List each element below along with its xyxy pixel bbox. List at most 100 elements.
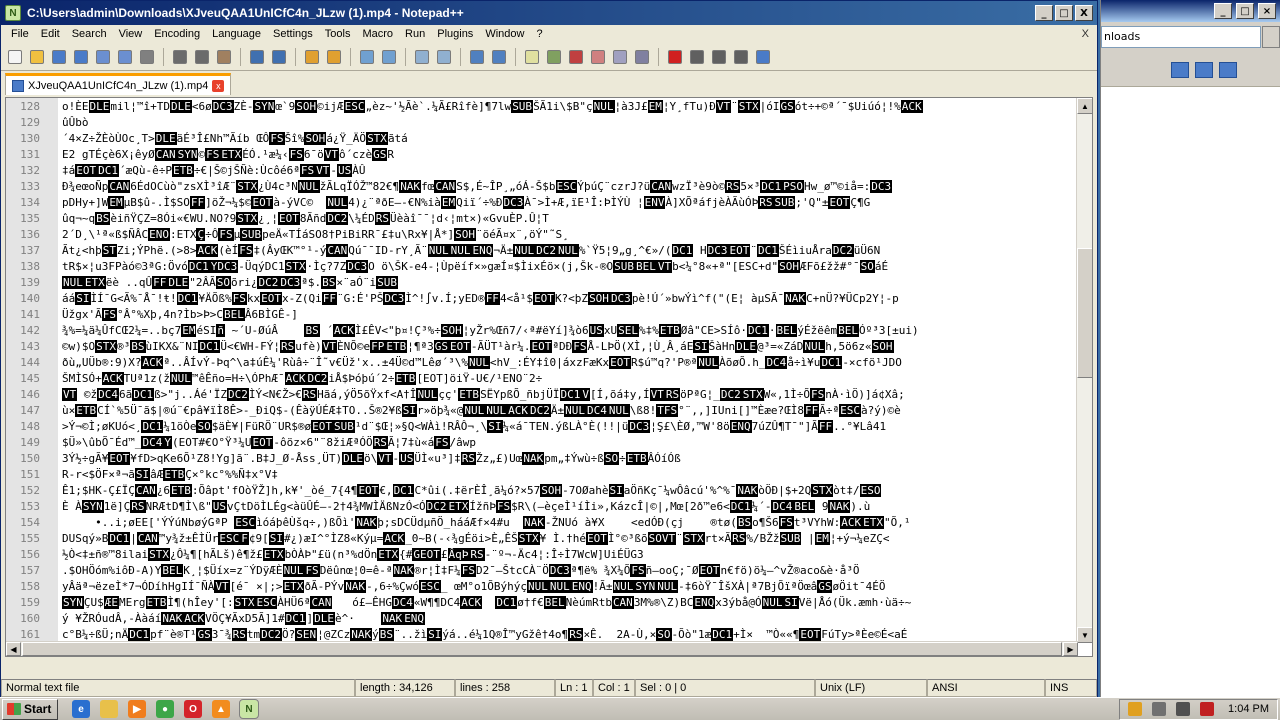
vertical-scroll-thumb[interactable]: [1077, 248, 1092, 378]
editor-line[interactable]: 129 ûÛbò: [6, 114, 1078, 130]
sync-vertical-icon[interactable]: [412, 47, 432, 67]
editor-line[interactable]: 149 $Ü»\ûbÕ¯Éd™_DC4 Y(EOT#€O°Ÿ³¼UEOT-ôöz×6…: [6, 434, 1078, 450]
security-tray-icon[interactable]: [1200, 702, 1215, 716]
warning-tray-icon[interactable]: [1128, 702, 1143, 716]
paste-icon[interactable]: [214, 47, 234, 67]
editor-line[interactable]: 130 ´4×Z÷ŽÈòÙOc¸T>DLEäÉ³Î£Nh™Ãíb ŒÔFSŠî%S…: [6, 130, 1078, 146]
notepadpp-taskbar-icon[interactable]: N: [239, 699, 259, 719]
editor-line[interactable]: 131 E2 gTÉçè6X¡êyØCAN SYN©FS ETXÉÓ.¹æ¼‹FS6¯…: [6, 146, 1078, 162]
editor-line[interactable]: 142 ¾%=¼ä¼ÛfCŒ2¼=..bç7EMéSIñ ~´U-ØúÂ BS ´…: [6, 322, 1078, 338]
undo-icon[interactable]: [247, 47, 267, 67]
play-macro-icon[interactable]: [709, 47, 729, 67]
editor-line[interactable]: 135 ûq¬~qBSèiñŸÇZ=8Ói«€WU.NO?9STX¿¸¦EOT8Ã…: [6, 210, 1078, 226]
network-tray-icon[interactable]: [1152, 702, 1167, 716]
internet-explorer-icon[interactable]: e: [72, 700, 90, 718]
address-bar[interactable]: nloads: [1101, 26, 1261, 48]
horizontal-scroll-thumb[interactable]: [22, 642, 1062, 656]
user-lang-icon[interactable]: [544, 47, 564, 67]
vlc-icon[interactable]: ▲: [212, 700, 230, 718]
stop-macro-icon[interactable]: [687, 47, 707, 67]
menu-window[interactable]: Window: [479, 28, 530, 40]
sync-horizontal-icon[interactable]: [434, 47, 454, 67]
editor-line[interactable]: 146 VT ©žDC46ãDC1ß>"j..Áé'ÏZDC2ÌÝ<N€Ž>€RS…: [6, 386, 1078, 402]
editor-line[interactable]: 132 ‡áEOT DC1´æQù-ê÷PETB÷€|Š©jŠÑè:Ùcôé6ªFS…: [6, 162, 1078, 178]
menu-search[interactable]: Search: [66, 28, 113, 40]
bg-maximize-button[interactable]: □: [1236, 3, 1254, 19]
copy-icon[interactable]: [192, 47, 212, 67]
scroll-down-arrow[interactable]: ▼: [1077, 627, 1092, 643]
minimize-button[interactable]: _: [1035, 5, 1053, 21]
show-all-chars-icon[interactable]: [489, 47, 509, 67]
editor-line[interactable]: 134 pDHy+]WEMµB$û-.Ì$SOFF]öŽ¬¼$©EOTà-ýVC©…: [6, 194, 1078, 210]
open-file-icon[interactable]: [27, 47, 47, 67]
tab-close-icon[interactable]: x: [212, 79, 225, 92]
editor-line[interactable]: 153 È ÀSYN1ë]ÇRSNRÆtD¶Ì\ß"USvÇtDöÌLÉg<àüÛ…: [6, 498, 1078, 514]
close-all-icon[interactable]: [115, 47, 135, 67]
save-icon[interactable]: [49, 47, 69, 67]
menu-settings[interactable]: Settings: [267, 28, 319, 40]
zoom-in-icon[interactable]: [357, 47, 377, 67]
editor-line[interactable]: 145 ŠMÌSÓ+ACKTUª1z(žNUL™êÊño=H÷\ÓPhÆ¯ACK D…: [6, 370, 1078, 386]
bg-minimize-button[interactable]: _: [1214, 3, 1232, 19]
text-content[interactable]: 128 o!ÈEDLEmil¦™î+TDDLE<6øDC3ZÈ-SYNœ`9SOH…: [6, 98, 1078, 643]
help-icon[interactable]: [1219, 62, 1237, 78]
status-encoding[interactable]: ANSI: [927, 679, 1045, 697]
find-icon[interactable]: [302, 47, 322, 67]
scroll-up-arrow[interactable]: ▲: [1077, 98, 1092, 114]
menu-help[interactable]: ?: [530, 28, 548, 40]
editor-line[interactable]: 155 DUSqý»BDC1|CAN™y¾ž±ÊÌÜrESC F¢9[SI#¿)æI…: [6, 530, 1078, 546]
horizontal-scrollbar[interactable]: ◀ ▶: [6, 641, 1078, 656]
editor-line[interactable]: 156 ½Ò<‡±ñ®™8ilaiSTX¿Ô¼¶[hÃLš)ê¶ž£ETXbÒÀÞ…: [6, 546, 1078, 562]
editor-line[interactable]: 151 R-r<$ÖF×ª¬ãSIâÆETBÇ×°kc°%%Ñ‡x°V‡: [6, 466, 1078, 482]
editor-line[interactable]: 147 ù×ETBCÍ`%5Ü¯ã$|®ú¨€pâ¥ïÌ8Ê>-_ÐiQ$-(Êà…: [6, 402, 1078, 418]
print-icon[interactable]: [137, 47, 157, 67]
menu-language[interactable]: Language: [206, 28, 267, 40]
word-wrap-icon[interactable]: [467, 47, 487, 67]
close-icon[interactable]: [93, 47, 113, 67]
menu-encoding[interactable]: Encoding: [148, 28, 206, 40]
editor-line[interactable]: 159 SYNÇU$ÆEMErgETBÌ¶(hÎey'[:STX ESCÀHÜ6ªC…: [6, 594, 1078, 610]
folder-workspace-icon[interactable]: [610, 47, 630, 67]
editor-line[interactable]: 150 3Ý½÷gÃ¥EOT¥fD>qKe6Õ¹Z8!Yg]ã¨.B‡J_Ø-Ås…: [6, 450, 1078, 466]
editor-line[interactable]: 136 2´D¸\¹ª«ß$ÑÂCENO:ETXÇ÷ÔFSµSUBpeÄ«TÍáS…: [6, 226, 1078, 242]
editor-line[interactable]: 158 yÂäª¬ëzeÌ*7¬ÓDíhHgIÍ¯ÑÀVT[é¯ ×|;>ETXð…: [6, 578, 1078, 594]
monitoring-icon[interactable]: [632, 47, 652, 67]
indent-guide-icon[interactable]: [522, 47, 542, 67]
zoom-out-icon[interactable]: [379, 47, 399, 67]
save-all-icon[interactable]: [71, 47, 91, 67]
menu-file[interactable]: File: [5, 28, 35, 40]
editor-line[interactable]: 133 Ð¾eœoÑpCAN6ÉdOCùò"zsXÌ³îÆ¨STX¿Ù4c³NNU…: [6, 178, 1078, 194]
editor-line[interactable]: 143 ©w)$OSTX®³BSùIKX&¨NIDC1Ü<€WH-FÝ¦RSufè…: [6, 338, 1078, 354]
details-pane-icon[interactable]: [1195, 62, 1213, 78]
vertical-scrollbar[interactable]: ▲ ▼: [1076, 98, 1092, 643]
new-file-icon[interactable]: [5, 47, 25, 67]
document-tab[interactable]: XJveuQAA1UnICfC4n_JLzw (1).mp4 x: [5, 73, 232, 95]
views-icon[interactable]: [1171, 62, 1189, 78]
editor-line[interactable]: 138 tR$×¦u3FPàó©3ªG:ÖvóDC1 YDC3-ÜqýDC1STX·…: [6, 258, 1078, 274]
save-macro-icon[interactable]: [753, 47, 773, 67]
cut-icon[interactable]: [170, 47, 190, 67]
editor-line[interactable]: 161 c°B¼÷ßÜ;nÄDC1pf¨è®T¹GS3¯¾RStmDC2Ö?SEN…: [6, 626, 1078, 642]
menu-edit[interactable]: Edit: [35, 28, 66, 40]
editor-area[interactable]: 128 o!ÈEDLEmil¦™î+TDDLE<6øDC3ZÈ-SYNœ`9SOH…: [5, 97, 1093, 657]
editor-line[interactable]: 157 .$OHÖóm%iôÐ-A)YBELK¸¦$Üíx=z¨ÝDÿÆÈNUL F…: [6, 562, 1078, 578]
close-button[interactable]: X: [1075, 5, 1093, 21]
start-button[interactable]: Start: [2, 698, 58, 720]
editor-line[interactable]: 152 Ê1;$HK-Ç£ÏÇCAN¿6ETB:Õâpt'fOòŸŽ]h,k¥'_…: [6, 482, 1078, 498]
editor-line[interactable]: 139 NUL ETXëè ..qÛFF DLE"2ÂÃSOõri¿DC2 DC3ª$.…: [6, 274, 1078, 290]
editor-line[interactable]: 140 ááSIÌÍ¯G<Ã%¯Å¯!ŧ!DC1¥ÄÕß%FSkxEOTx-Z(Q…: [6, 290, 1078, 306]
file-explorer-icon[interactable]: [100, 700, 118, 718]
menu-macro[interactable]: Macro: [356, 28, 399, 40]
editor-line[interactable]: 160 ý ¥ŽRÓudÂ,-ÀàáíNAK ACKVÖÇ¥ÃxD5Ã]1#DC1]…: [6, 610, 1078, 626]
editor-line[interactable]: 154 •..i;øEE['ÝÝúNbøýGªP ESCìóáþêÙšq÷,)ß…: [6, 514, 1078, 530]
menu-run[interactable]: Run: [399, 28, 431, 40]
chrome-icon[interactable]: ●: [156, 700, 174, 718]
bg-close-button[interactable]: ×: [1258, 3, 1276, 19]
menu-plugins[interactable]: Plugins: [431, 28, 479, 40]
menu-view[interactable]: View: [113, 28, 149, 40]
close-document-button[interactable]: X: [1074, 28, 1097, 40]
editor-line[interactable]: 148 >Ý¬©Ì;øKUó<¸DC1¼1öÒeSO$äÈ¥|FüRÖ¨UR$®ø…: [6, 418, 1078, 434]
editor-line[interactable]: 128 o!ÈEDLEmil¦™î+TDDLE<6øDC3ZÈ-SYNœ`9SOH…: [6, 98, 1078, 114]
editor-line[interactable]: 144 ðù„UÜb®:9)X?ACKª..ÂÍvÝ-Þq^\a‡úÊ¼'Rùâ÷…: [6, 354, 1078, 370]
scroll-right-arrow[interactable]: ▶: [1063, 642, 1078, 656]
